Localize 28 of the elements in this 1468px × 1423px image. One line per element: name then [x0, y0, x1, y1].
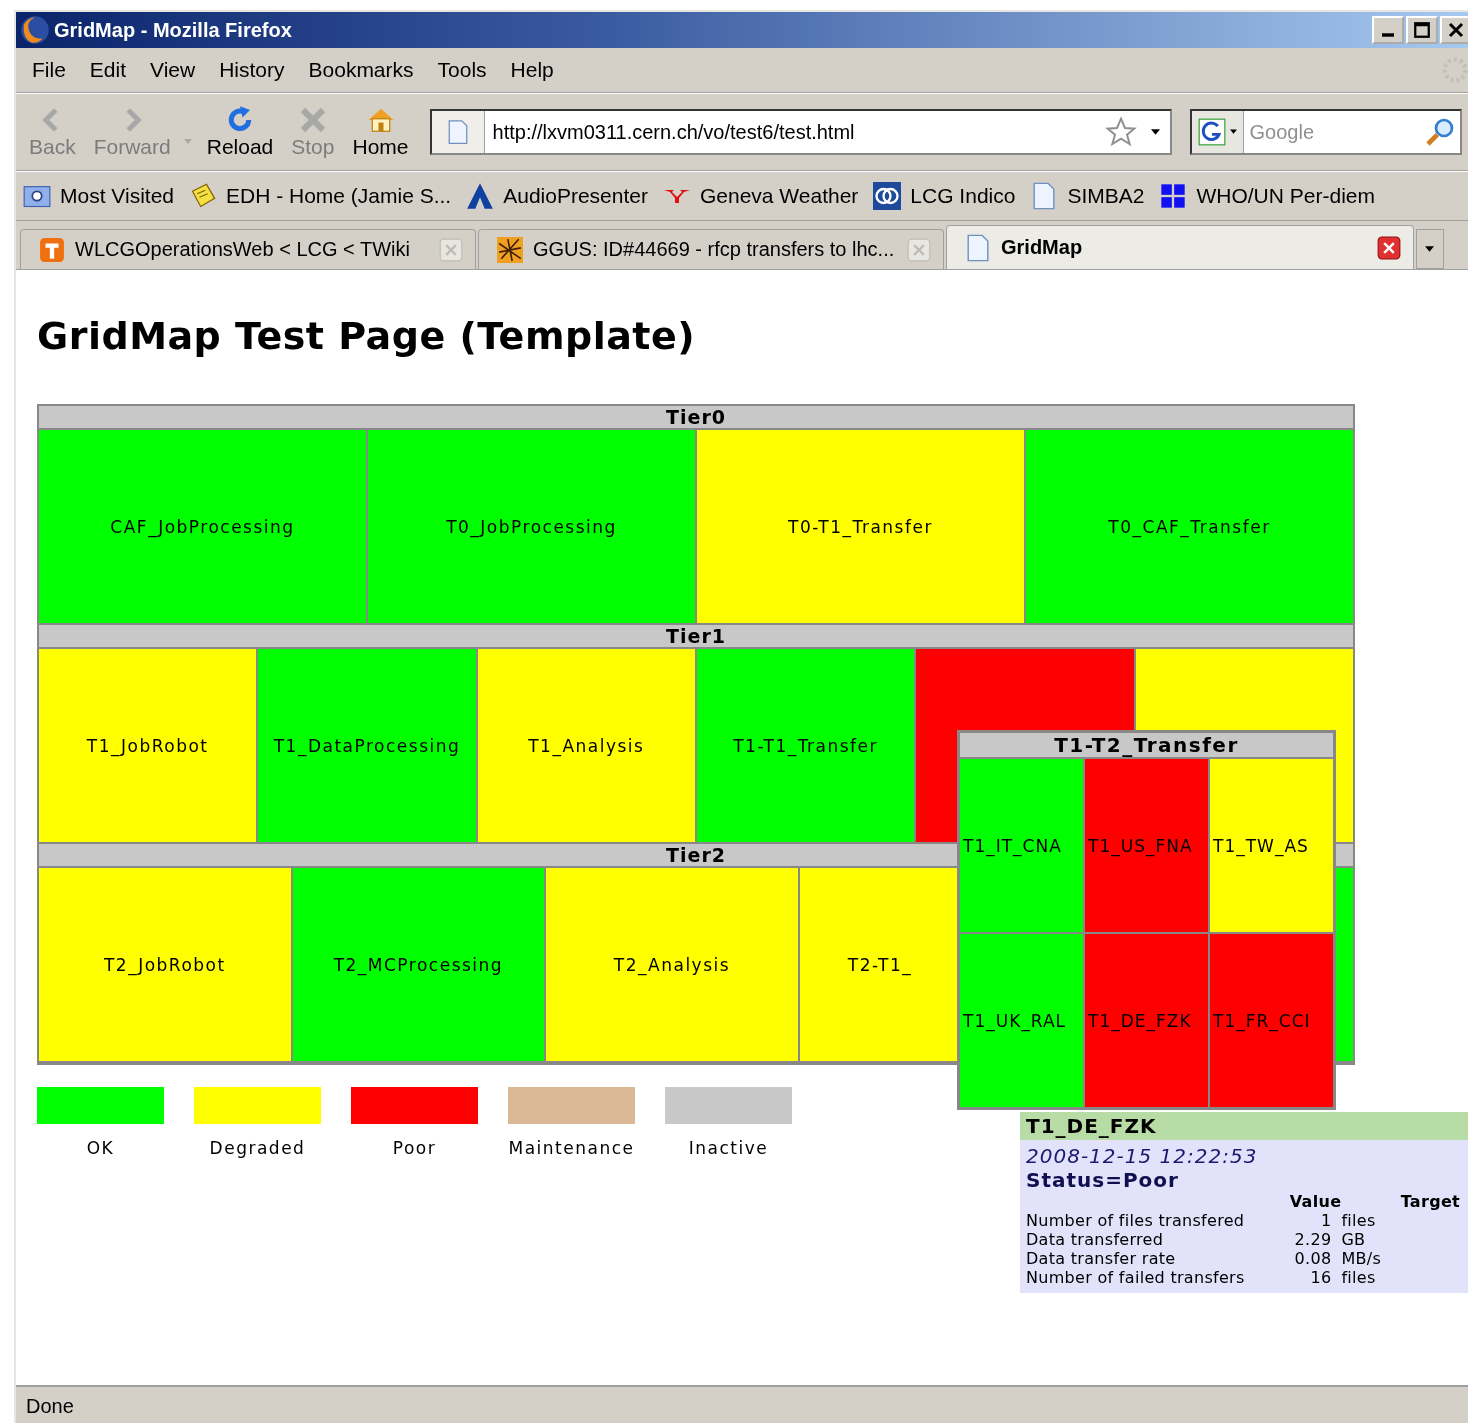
status-text: Status=Poor	[1026, 1168, 1180, 1192]
timestamp: 2008-12-15 12:22:53	[1026, 1144, 1259, 1168]
window-title: GridMap - Mozilla Firefox	[54, 18, 293, 42]
legend-label: Maintenance	[508, 1138, 635, 1158]
column-header: Target	[1399, 1192, 1461, 1211]
metric-label: Data transfer rate	[1026, 1249, 1177, 1268]
metric-unit: files	[1340, 1211, 1377, 1230]
metric-value: 16	[1309, 1268, 1333, 1287]
metric-label: Number of failed transfers	[1026, 1268, 1246, 1287]
status-text: Done	[26, 1394, 74, 1418]
tier-header: Tier0	[39, 406, 1353, 430]
legend-label: Inactive	[688, 1138, 769, 1158]
tooltip-title: T1_DE_FZK	[1020, 1112, 1468, 1140]
legend-label: Poor	[392, 1138, 437, 1158]
metric-unit: GB	[1340, 1230, 1367, 1249]
metric-value: 1	[1319, 1211, 1333, 1230]
legend-label: Degraded	[209, 1138, 306, 1158]
column-header: Value	[1288, 1192, 1343, 1211]
metric-label: Number of files transfered	[1026, 1211, 1246, 1230]
zoom-panel-title: T1-T2_Transfer	[960, 733, 1333, 757]
tier-header: Tier1	[39, 625, 1353, 649]
legend-label: OK	[86, 1138, 115, 1158]
metric-value: 2.29	[1293, 1230, 1333, 1249]
metric-value: 0.08	[1293, 1249, 1333, 1268]
metric-unit: files	[1340, 1268, 1377, 1287]
metric-unit: MB/s	[1340, 1249, 1383, 1268]
page-heading: GridMap Test Page (Template)	[37, 314, 696, 358]
metric-label: Data transferred	[1026, 1230, 1165, 1249]
